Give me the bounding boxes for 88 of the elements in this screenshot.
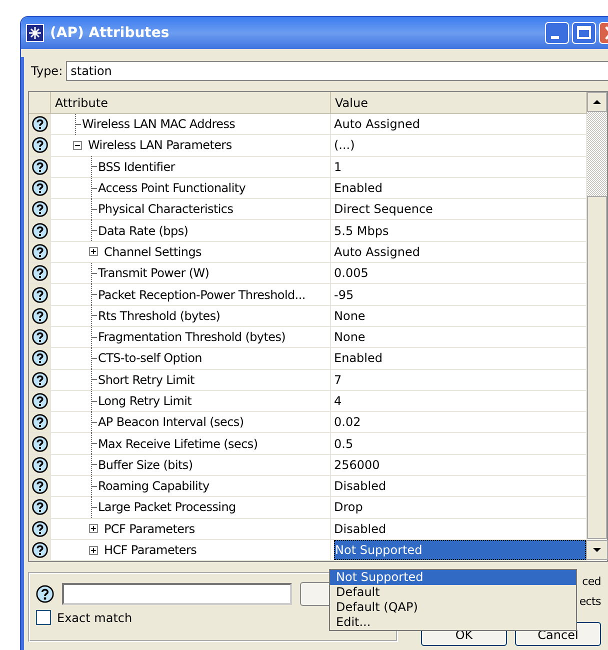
help-icon[interactable]: [32, 116, 48, 132]
attribute-value: -95: [334, 288, 354, 302]
value-dropdown[interactable]: Not Supported: [334, 540, 586, 560]
attribute-name: CTS-to-self Option: [98, 351, 202, 366]
help-icon[interactable]: [32, 436, 48, 452]
scrollbar[interactable]: [587, 92, 607, 562]
attribute-name: Physical Characteristics: [98, 202, 234, 216]
attribute-value: None: [334, 308, 366, 323]
expand-icon[interactable]: [89, 524, 98, 534]
help-icon[interactable]: [32, 456, 48, 473]
attribute-name: Large Packet Processing: [98, 500, 236, 514]
help-icon[interactable]: [32, 393, 48, 409]
attribute-value: Disabled: [334, 522, 386, 536]
help-icon[interactable]: [32, 499, 48, 516]
attribute-value: Enabled: [334, 181, 382, 196]
help-icon[interactable]: [32, 350, 48, 366]
help-icon[interactable]: [32, 308, 48, 324]
type-field[interactable]: station: [66, 61, 608, 81]
option-label: ced: [582, 574, 601, 590]
dropdown-option[interactable]: Not Supported: [330, 570, 576, 585]
attribute-name: Packet Reception-Power Threshold...: [98, 288, 306, 302]
attribute-value: None: [334, 330, 366, 344]
help-icon[interactable]: [32, 329, 48, 346]
attribute-value: 256000: [334, 458, 380, 472]
attribute-name: Roaming Capability: [98, 479, 210, 494]
help-icon[interactable]: [32, 542, 48, 558]
help-icon[interactable]: [32, 222, 48, 239]
help-icon[interactable]: [32, 244, 48, 260]
exact-match-label: Exact match: [57, 610, 132, 625]
attribute-value: (...): [334, 138, 355, 152]
attribute-name: Wireless LAN MAC Address: [82, 117, 236, 132]
type-label: Type:: [31, 64, 63, 78]
attribute-name: Buffer Size (bits): [98, 458, 193, 472]
help-icon[interactable]: [36, 585, 54, 604]
attribute-value: Auto Assigned: [334, 244, 420, 259]
attribute-value: Disabled: [334, 479, 386, 494]
help-icon[interactable]: [32, 414, 48, 430]
attribute-name: Access Point Functionality: [98, 181, 246, 196]
attribute-value: Drop: [334, 500, 363, 514]
attribute-name: Long Retry Limit: [98, 394, 192, 408]
attribute-name: Max Receive Lifetime (secs): [98, 436, 258, 451]
scrollbar-thumb[interactable]: [587, 196, 607, 540]
attribute-value: 5.5 Mbps: [334, 224, 389, 238]
attribute-value: 7: [334, 372, 342, 387]
exact-match-checkbox[interactable]: [36, 610, 51, 626]
attribute-value: 1: [334, 160, 342, 174]
scroll-up-icon[interactable]: [587, 92, 607, 112]
collapse-icon[interactable]: [73, 140, 82, 150]
help-icon[interactable]: [32, 158, 48, 175]
column-header[interactable]: Value: [331, 92, 587, 114]
attribute-name: PCF Parameters: [104, 522, 195, 536]
help-icon[interactable]: [32, 201, 48, 218]
help-icon[interactable]: [32, 478, 48, 494]
window-title: (AP) Attributes: [50, 25, 170, 41]
attribute-name: AP Beacon Interval (secs): [98, 415, 244, 430]
attribute-value: 0.005: [334, 266, 368, 280]
search-field[interactable]: [62, 583, 292, 606]
expand-icon[interactable]: [89, 247, 98, 256]
attribute-value: 0.02: [334, 415, 361, 430]
dropdown-option[interactable]: Default (QAP): [330, 600, 576, 615]
maximize-button[interactable]: [572, 22, 596, 44]
attribute-value: 0.5: [334, 436, 354, 451]
option-label: ects: [579, 594, 601, 610]
expand-icon[interactable]: [89, 546, 98, 555]
column-header[interactable]: Attribute: [51, 92, 331, 114]
help-icon[interactable]: [32, 372, 48, 388]
help-icon[interactable]: [32, 265, 48, 282]
help-icon[interactable]: [32, 520, 48, 537]
attribute-value: Auto Assigned: [334, 117, 420, 132]
attribute-name: Transmit Power (W): [98, 266, 210, 280]
attribute-value: 4: [334, 394, 342, 408]
attribute-name: Short Retry Limit: [98, 372, 194, 387]
attribute-name: Data Rate (bps): [98, 224, 188, 238]
minimize-button[interactable]: [545, 22, 569, 44]
help-icon[interactable]: [32, 180, 48, 196]
dropdown-option[interactable]: Default: [330, 585, 576, 600]
tree-connector: [75, 114, 81, 135]
attribute-name: BSS Identifier: [98, 160, 175, 174]
help-icon[interactable]: [32, 286, 48, 303]
attribute-name: Wireless LAN Parameters: [88, 138, 232, 152]
attribute-name: Rts Threshold (bytes): [98, 308, 220, 323]
attribute-name: Channel Settings: [104, 244, 202, 259]
help-icon[interactable]: [32, 137, 48, 154]
attribute-value: Direct Sequence: [334, 202, 433, 216]
attribute-value: Enabled: [334, 351, 382, 366]
attribute-name: Fragmentation Threshold (bytes): [98, 330, 286, 344]
attribute-name: HCF Parameters: [104, 543, 197, 558]
star-icon: [26, 24, 44, 42]
